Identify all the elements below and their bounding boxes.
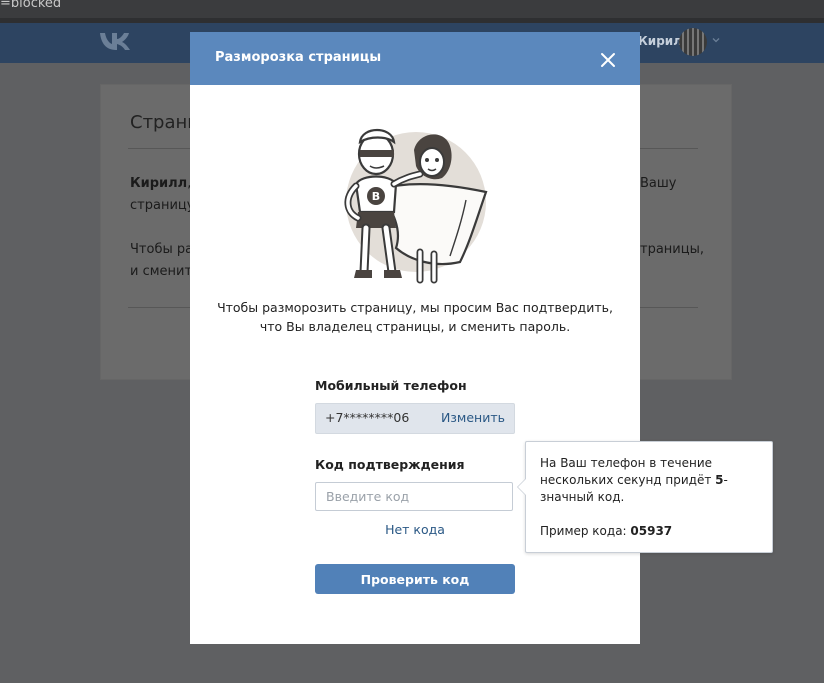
code-hint-tooltip: На Ваш телефон в течение нескольких секу… bbox=[517, 441, 773, 553]
phone-label: Мобильный телефон bbox=[315, 378, 467, 393]
address-bar-url: =blocked bbox=[0, 0, 62, 11]
tooltip-arrow bbox=[517, 478, 526, 496]
code-input[interactable] bbox=[315, 482, 513, 511]
change-phone-link[interactable]: Изменить bbox=[441, 410, 505, 425]
dialog-description: Чтобы разморозить страницу, мы просим Ва… bbox=[217, 300, 613, 334]
check-code-button[interactable]: Проверить код bbox=[315, 564, 515, 594]
no-code-link[interactable]: Нет кода bbox=[315, 522, 515, 537]
browser-address-bar[interactable]: =blocked bbox=[0, 0, 824, 18]
background-page-title: Страни bbox=[130, 112, 199, 133]
dialog-header: Разморозка страницы bbox=[190, 32, 640, 85]
phone-value: +7********06 bbox=[325, 410, 410, 425]
background-text: страницу, bbox=[130, 198, 199, 213]
superhero-illustration: B bbox=[344, 128, 488, 284]
background-text: траницы, bbox=[640, 242, 704, 257]
chevron-down-icon[interactable] bbox=[712, 36, 720, 44]
code-label: Код подтверждения bbox=[315, 457, 465, 472]
close-icon[interactable] bbox=[598, 50, 618, 70]
background-text: Чтобы ра bbox=[130, 242, 194, 257]
phone-field: +7********06 Изменить bbox=[315, 403, 515, 434]
background-text: Вашу bbox=[640, 176, 677, 191]
dialog-title: Разморозка страницы bbox=[215, 50, 382, 65]
vk-logo-icon[interactable] bbox=[99, 30, 133, 52]
avatar[interactable] bbox=[679, 28, 707, 56]
svg-text:B: B bbox=[372, 190, 380, 203]
background-text: и сменит bbox=[130, 264, 193, 279]
tooltip-text: На Ваш телефон в течение нескольких секу… bbox=[540, 456, 728, 538]
